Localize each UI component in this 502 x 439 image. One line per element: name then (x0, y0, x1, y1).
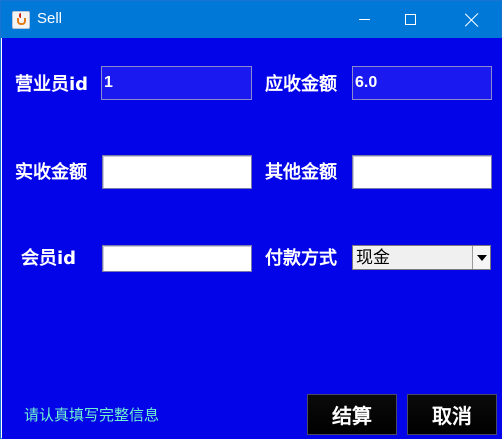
other-amount-label: 其他金额 (265, 162, 337, 183)
payment-method-select[interactable]: 现金 (352, 245, 491, 270)
received-amount-field[interactable] (102, 155, 252, 189)
sell-window: Sell 营业员id 1 应收金额 6.0 实收金额 其他金额 会员id 付款方… (0, 0, 502, 439)
salesperson-id-label: 营业员id (15, 74, 89, 95)
receivable-amount-field[interactable]: 6.0 (352, 66, 492, 100)
minimize-icon (358, 19, 370, 20)
cancel-button[interactable]: 取消 (407, 394, 497, 435)
receivable-amount-label: 应收金额 (265, 74, 337, 95)
hint-text: 请认真填写完整信息 (24, 406, 160, 424)
payment-method-label: 付款方式 (265, 248, 337, 269)
settle-button[interactable]: 结算 (307, 394, 397, 435)
dropdown-button[interactable] (472, 246, 490, 269)
received-amount-label: 实收金额 (15, 162, 87, 183)
salesperson-id-field[interactable]: 1 (101, 66, 252, 100)
maximize-button[interactable] (387, 1, 433, 38)
form-panel: 营业员id 1 应收金额 6.0 实收金额 其他金额 会员id 付款方式 现金 … (2, 38, 502, 439)
minimize-button[interactable] (341, 1, 387, 38)
maximize-icon (404, 14, 416, 25)
close-icon (465, 13, 479, 27)
java-icon (12, 11, 30, 29)
member-id-field[interactable] (102, 245, 252, 272)
window-title: Sell (37, 10, 63, 27)
payment-method-value: 现金 (356, 248, 390, 268)
chevron-down-icon (476, 254, 487, 261)
other-amount-field[interactable] (352, 155, 492, 189)
title-bar[interactable]: Sell (1, 1, 501, 38)
close-button[interactable] (449, 1, 495, 38)
member-id-label: 会员id (21, 248, 77, 269)
